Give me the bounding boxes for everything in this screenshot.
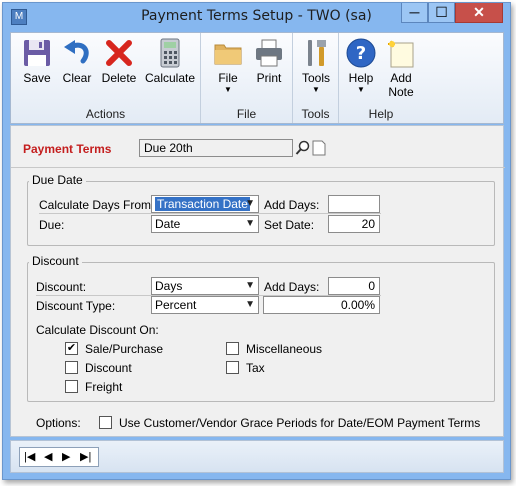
help-button[interactable]: ? Help ▼ [343,37,379,94]
due-label: Due: [39,218,65,232]
discount-type-label: Discount Type: [36,299,116,313]
discount-type-select[interactable]: Percent ▼ [151,296,259,314]
clear-label: Clear [62,71,92,85]
ribbon-group-actions: Save Clear Delete Calculate Actions [11,33,201,123]
print-label: Print [256,71,282,85]
calculator-icon [160,38,180,68]
help-group-label: Help [368,107,394,121]
ribbon-toolbar: Save Clear Delete Calculate Actions File… [10,32,504,124]
maximize-button[interactable]: ☐ [428,3,455,23]
first-record-button[interactable]: |◀ [24,450,35,463]
grace-period-label: Use Customer/Vendor Grace Periods for Da… [119,416,481,430]
next-record-button[interactable]: ▶ [62,450,70,463]
note-icon [388,40,414,68]
calc-days-from-value: Transaction Date [155,197,250,211]
tax-checkbox[interactable] [226,361,239,374]
chevron-down-icon: ▼ [245,280,255,291]
note-page-icon[interactable] [311,140,327,156]
calculate-button[interactable]: Calculate [143,37,197,85]
actions-group-label: Actions [85,107,126,121]
undo-arrow-icon [64,40,89,64]
tax-label: Tax [246,361,265,375]
discount-label: Discount: [36,280,87,294]
due-date-title: Due Date [29,173,86,187]
file-dropdown-icon: ▼ [224,85,232,94]
floppy-disk-icon [24,40,50,66]
discount-type-value: Percent [155,298,197,312]
tools-label: Tools [301,71,330,85]
tools-icon [308,40,326,66]
due-select[interactable]: Date ▼ [151,215,259,233]
discount-title: Discount [29,254,82,268]
record-navigator: |◀ ◀ ▶ ▶| [19,447,99,467]
payment-terms-window: M Payment Terms Setup - TWO (sa) ─ ☐ ✕ S… [2,2,511,480]
print-button[interactable]: Print [251,37,287,85]
title-bar: M Payment Terms Setup - TWO (sa) ─ ☐ ✕ [3,3,510,31]
delete-label: Delete [101,71,137,85]
row-divider [39,213,381,214]
sale-purchase-label: Sale/Purchase [85,342,164,356]
status-bar: |◀ ◀ ▶ ▶| [10,440,504,473]
calc-days-from-select[interactable]: Transaction Date ▼ [151,195,259,213]
close-button[interactable]: ✕ [455,3,503,23]
freight-checkbox[interactable] [65,380,78,393]
file-group-label: File [236,107,257,121]
help-icon: ? [346,38,376,68]
red-x-icon [106,40,132,66]
discount-select[interactable]: Days ▼ [151,277,259,295]
file-label: File [218,71,238,85]
header-divider [11,167,505,168]
save-button[interactable]: Save [17,37,57,85]
calculate-label: Calculate [144,71,196,85]
svg-text:?: ? [356,43,366,64]
due-value: Date [155,217,181,231]
ribbon-group-tools: Tools ▼ Tools [293,33,339,123]
grace-period-checkbox[interactable] [99,416,112,429]
calc-discount-on-label: Calculate Discount On: [36,323,159,337]
chevron-down-icon: ▼ [245,198,255,209]
printer-icon [256,39,282,67]
help-label: Help [348,71,374,85]
add-note-button[interactable]: Add Note [383,37,419,99]
due-add-days-label: Add Days: [264,198,320,212]
discount-amount-field[interactable]: 0.00% [263,296,380,314]
chevron-down-icon: ▼ [245,218,255,229]
help-dropdown-icon: ▼ [357,85,365,94]
note-label: Note [388,85,414,99]
payment-terms-label: Payment Terms [23,142,112,156]
options-label: Options: [36,416,81,430]
set-date-label: Set Date: [264,218,315,232]
discount-check-label: Discount [85,361,132,375]
discount-add-days-label: Add Days: [264,280,320,294]
folder-icon [214,44,242,65]
previous-record-button[interactable]: ◀ [44,450,52,463]
freight-label: Freight [85,380,123,394]
set-date-field[interactable]: 20 [328,215,380,233]
discount-add-days-field[interactable]: 0 [328,277,380,295]
clear-button[interactable]: Clear [59,37,95,85]
save-label: Save [23,71,51,85]
payment-terms-field[interactable]: Due 20th [139,139,293,157]
miscellaneous-label: Miscellaneous [246,342,323,356]
form-body: Payment Terms Due 20th Due Date Calculat… [10,125,505,437]
discount-checkbox[interactable] [65,361,78,374]
delete-button[interactable]: Delete [99,37,139,85]
ribbon-group-help: ? Help ▼ Add Note Help [339,33,423,123]
add-label: Add [390,71,412,85]
tools-button[interactable]: Tools ▼ [297,37,335,94]
last-record-button[interactable]: ▶| [80,450,91,463]
file-button[interactable]: File ▼ [211,37,245,94]
lookup-magnifier-icon[interactable] [295,140,311,156]
tools-dropdown-icon: ▼ [312,85,320,94]
calc-days-from-label: Calculate Days From: [39,198,155,212]
due-add-days-field[interactable] [328,195,380,213]
discount-value: Days [155,279,183,293]
sale-purchase-checkbox[interactable]: ✔ [65,342,78,355]
miscellaneous-checkbox[interactable] [226,342,239,355]
chevron-down-icon: ▼ [245,299,255,310]
ribbon-group-file: File ▼ Print File [201,33,293,123]
minimize-button[interactable]: ─ [401,3,428,23]
tools-group-label: Tools [301,107,330,121]
